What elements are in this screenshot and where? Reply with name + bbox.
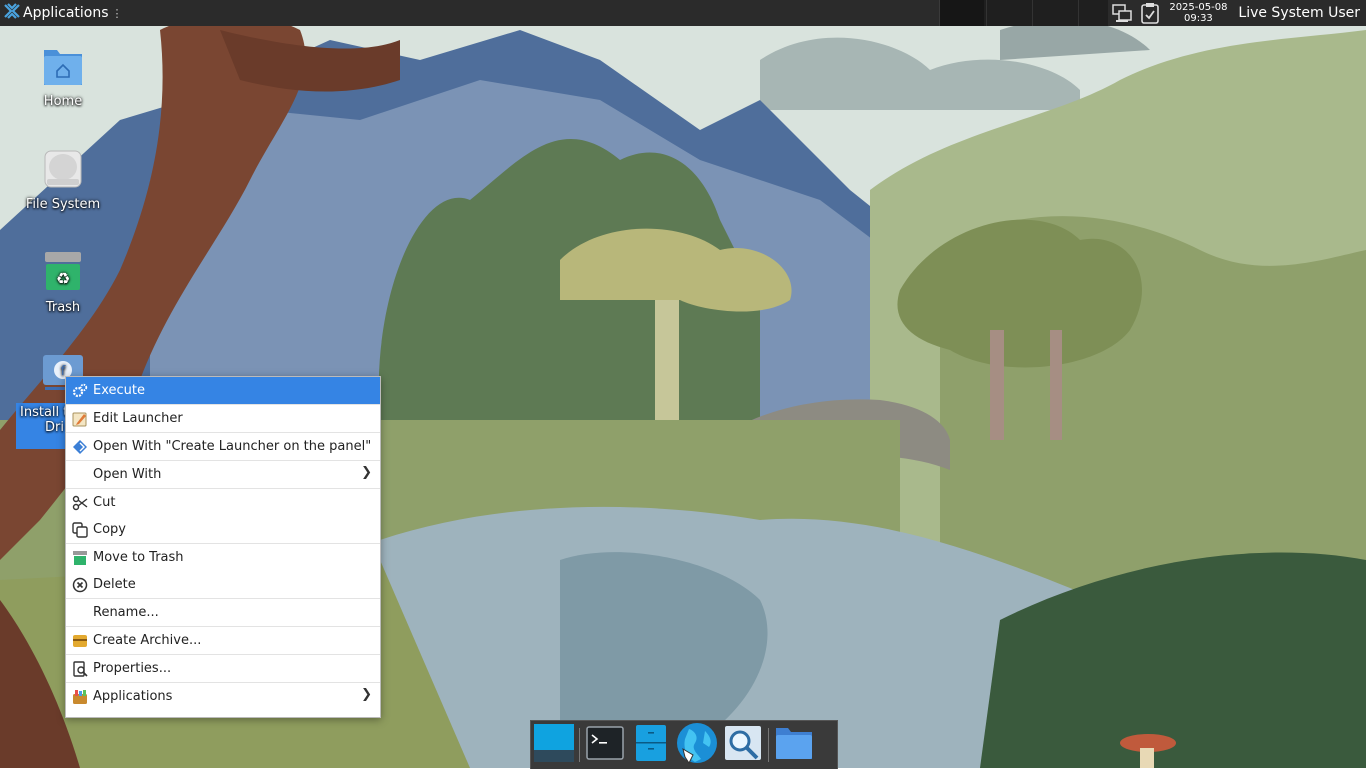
applications-icon xyxy=(72,689,88,705)
menu-item-label: Open With xyxy=(93,467,162,482)
drive-icon xyxy=(41,147,85,191)
xfce-logo-icon xyxy=(4,3,20,23)
menu-item-edit-launcher[interactable]: Edit Launcher xyxy=(66,405,380,432)
system-tray: 2025-05-08 09:33 Live System User xyxy=(1108,0,1366,26)
trash-icon xyxy=(72,550,88,566)
menu-item-label: Cut xyxy=(93,495,116,510)
dock-folder[interactable] xyxy=(771,723,817,767)
desktop-icon-file-system[interactable]: File System xyxy=(16,147,110,212)
copy-icon xyxy=(72,522,88,538)
menu-item-label: Applications xyxy=(93,689,173,704)
desktop-icon-label: Trash xyxy=(45,300,81,315)
menu-item-label: Properties... xyxy=(93,661,172,676)
desktop-icon-trash[interactable]: ♻ Trash xyxy=(16,250,110,315)
terminal-icon xyxy=(586,726,624,764)
network-icon[interactable] xyxy=(1111,2,1133,24)
menu-item-rename[interactable]: Rename... xyxy=(66,599,380,626)
workspace-switcher[interactable] xyxy=(939,0,1122,26)
dock-terminal[interactable] xyxy=(582,723,628,767)
web-browser-icon xyxy=(675,721,719,769)
panel-grip-icon: ⋮ xyxy=(111,6,123,20)
menu-item-label: Open With "Create Launcher on the panel" xyxy=(93,439,372,454)
folder-icon xyxy=(774,725,814,765)
dock-show-desktop[interactable] xyxy=(531,723,577,767)
search-icon xyxy=(724,725,762,765)
top-panel: Applications ⋮ 2025-05-08 09:33 Live Sys… xyxy=(0,0,1366,26)
menu-item-delete[interactable]: Delete xyxy=(66,571,380,598)
user-menu[interactable]: Live System User xyxy=(1232,5,1366,21)
menu-item-create-archive[interactable]: Create Archive... xyxy=(66,627,380,654)
menu-item-label: Delete xyxy=(93,577,136,592)
chevron-right-icon: ❯ xyxy=(361,687,372,702)
menu-item-label: Copy xyxy=(93,522,126,537)
dock-separator xyxy=(579,728,580,762)
dock-separator xyxy=(768,728,769,762)
chevron-right-icon: ❯ xyxy=(361,465,372,480)
menu-item-label: Move to Trash xyxy=(93,550,184,565)
scissors-icon xyxy=(72,495,88,511)
dock xyxy=(530,720,838,769)
show-desktop-icon xyxy=(534,724,574,766)
workspace-1[interactable] xyxy=(940,0,984,26)
menu-item-execute[interactable]: Execute xyxy=(66,377,380,404)
launcher-icon xyxy=(72,439,88,455)
menu-item-label: Create Archive... xyxy=(93,633,202,648)
menu-item-applications[interactable]: Applications ❯ xyxy=(66,683,380,710)
workspace-2[interactable] xyxy=(986,0,1031,26)
desktop-icon-label: Home xyxy=(43,94,83,109)
context-menu: Execute Edit Launcher Open With "Create … xyxy=(65,376,381,718)
menu-item-open-with-launcher[interactable]: Open With "Create Launcher on the panel" xyxy=(66,433,380,460)
menu-item-copy[interactable]: Copy xyxy=(66,516,380,543)
delete-icon xyxy=(72,577,88,593)
trash-icon: ♻ xyxy=(41,250,85,294)
menu-item-properties[interactable]: Properties... xyxy=(66,655,380,682)
dock-web-browser[interactable] xyxy=(674,723,720,767)
menu-item-label: Rename... xyxy=(93,605,159,620)
file-manager-icon xyxy=(635,724,667,766)
clock-time: 09:33 xyxy=(1183,13,1213,24)
applications-menu-button[interactable]: Applications ⋮ xyxy=(0,0,127,26)
desktop-icon-label: File System xyxy=(25,197,101,212)
dock-file-manager[interactable] xyxy=(628,723,674,767)
menu-item-open-with[interactable]: Open With ❯ xyxy=(66,461,380,488)
clipboard-icon[interactable] xyxy=(1139,2,1161,24)
menu-item-label: Execute xyxy=(93,383,145,398)
properties-icon xyxy=(72,661,88,677)
archive-icon xyxy=(72,633,88,649)
menu-item-label: Edit Launcher xyxy=(93,411,183,426)
gears-icon xyxy=(72,383,88,399)
edit-icon xyxy=(72,411,88,427)
menu-item-cut[interactable]: Cut xyxy=(66,489,380,516)
svg-text:♻: ♻ xyxy=(56,269,70,288)
desktop-icon-home[interactable]: Home xyxy=(16,44,110,109)
workspace-3[interactable] xyxy=(1032,0,1077,26)
dock-search[interactable] xyxy=(720,723,766,767)
menu-item-move-to-trash[interactable]: Move to Trash xyxy=(66,544,380,571)
home-folder-icon xyxy=(41,44,85,88)
clock[interactable]: 2025-05-08 09:33 xyxy=(1168,2,1228,24)
clock-date: 2025-05-08 xyxy=(1169,2,1228,13)
applications-menu-label: Applications xyxy=(23,5,109,21)
